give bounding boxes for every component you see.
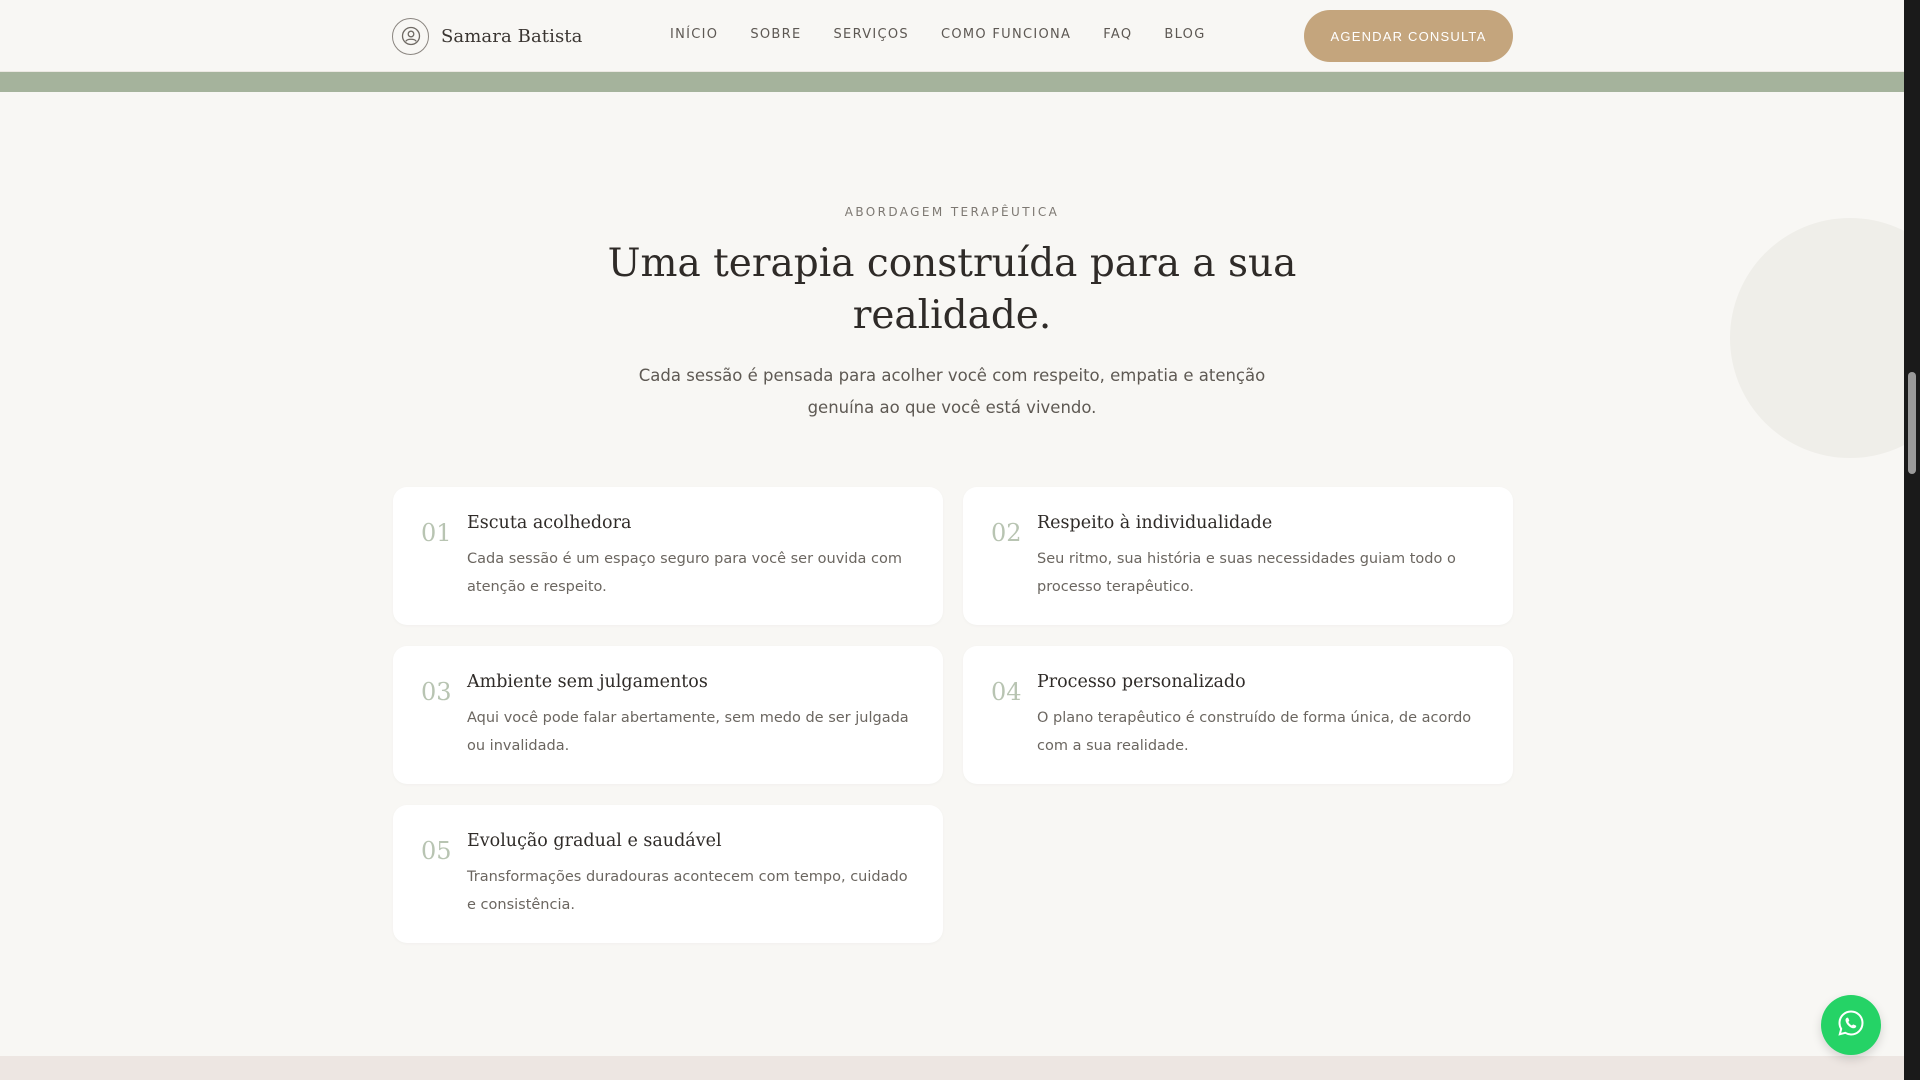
nav-item-faq[interactable]: FAQ [1103, 27, 1132, 42]
brand-logo-link[interactable]: Samara Batista [392, 17, 582, 55]
card-title: Processo personalizado [1037, 672, 1246, 692]
schedule-consultation-button[interactable]: AGENDAR CONSULTA [1304, 10, 1513, 62]
card-number: 03 [421, 678, 452, 706]
next-section-band [0, 1056, 1904, 1080]
approach-card: 03 Ambiente sem julgamentos Aqui você po… [393, 646, 943, 784]
card-title: Respeito à individualidade [1037, 513, 1273, 533]
whatsapp-icon [1836, 1008, 1866, 1042]
user-circle-icon [392, 17, 429, 55]
page: Samara Batista INÍCIO SOBRE SERVIÇOS COM… [0, 0, 1920, 1080]
nav-item-inicio[interactable]: INÍCIO [670, 27, 718, 42]
sage-divider-band [0, 72, 1904, 92]
nav-item-blog[interactable]: BLOG [1164, 27, 1205, 42]
nav-item-como-funciona[interactable]: COMO FUNCIONA [941, 27, 1071, 42]
section-subtitle: Cada sessão é pensada para acolher você … [638, 366, 1266, 417]
card-title: Escuta acolhedora [467, 513, 632, 533]
page-scrollbar[interactable] [1904, 0, 1920, 1080]
nav-item-servicos[interactable]: SERVIÇOS [834, 27, 909, 42]
card-text: Seu ritmo, sua história e suas necessida… [1037, 551, 1456, 595]
card-text: Transformações duradouras acontecem com … [467, 869, 908, 913]
card-text: Aqui você pode falar abertamente, sem me… [467, 710, 909, 754]
card-number: 05 [421, 837, 452, 865]
brand-name: Samara Batista [441, 25, 583, 47]
approach-card: 05 Evolução gradual e saudável Transform… [393, 805, 943, 943]
card-number: 02 [991, 519, 1022, 547]
section-title: Uma terapia construída para a sua realid… [607, 241, 1297, 338]
approach-card: 01 Escuta acolhedora Cada sessão é um es… [393, 487, 943, 625]
card-text: Cada sessão é um espaço seguro para você… [467, 551, 903, 595]
nav-item-sobre[interactable]: SOBRE [750, 27, 801, 42]
main-nav: INÍCIO SOBRE SERVIÇOS COMO FUNCIONA FAQ … [670, 27, 1206, 42]
site-header: Samara Batista INÍCIO SOBRE SERVIÇOS COM… [0, 0, 1904, 72]
card-title: Evolução gradual e saudável [467, 831, 722, 851]
section-eyebrow: ABORDAGEM TERAPÊUTICA [844, 205, 1060, 219]
decorative-circle [1730, 218, 1920, 458]
card-text: O plano terapêutico é construído de form… [1037, 710, 1472, 754]
card-number: 01 [421, 519, 452, 547]
card-number: 04 [991, 678, 1022, 706]
approach-card: 02 Respeito à individualidade Seu ritmo,… [963, 487, 1513, 625]
whatsapp-button[interactable] [1821, 995, 1881, 1055]
card-title: Ambiente sem julgamentos [467, 672, 708, 692]
approach-card: 04 Processo personalizado O plano terapê… [963, 646, 1513, 784]
scrollbar-thumb[interactable] [1908, 372, 1916, 474]
